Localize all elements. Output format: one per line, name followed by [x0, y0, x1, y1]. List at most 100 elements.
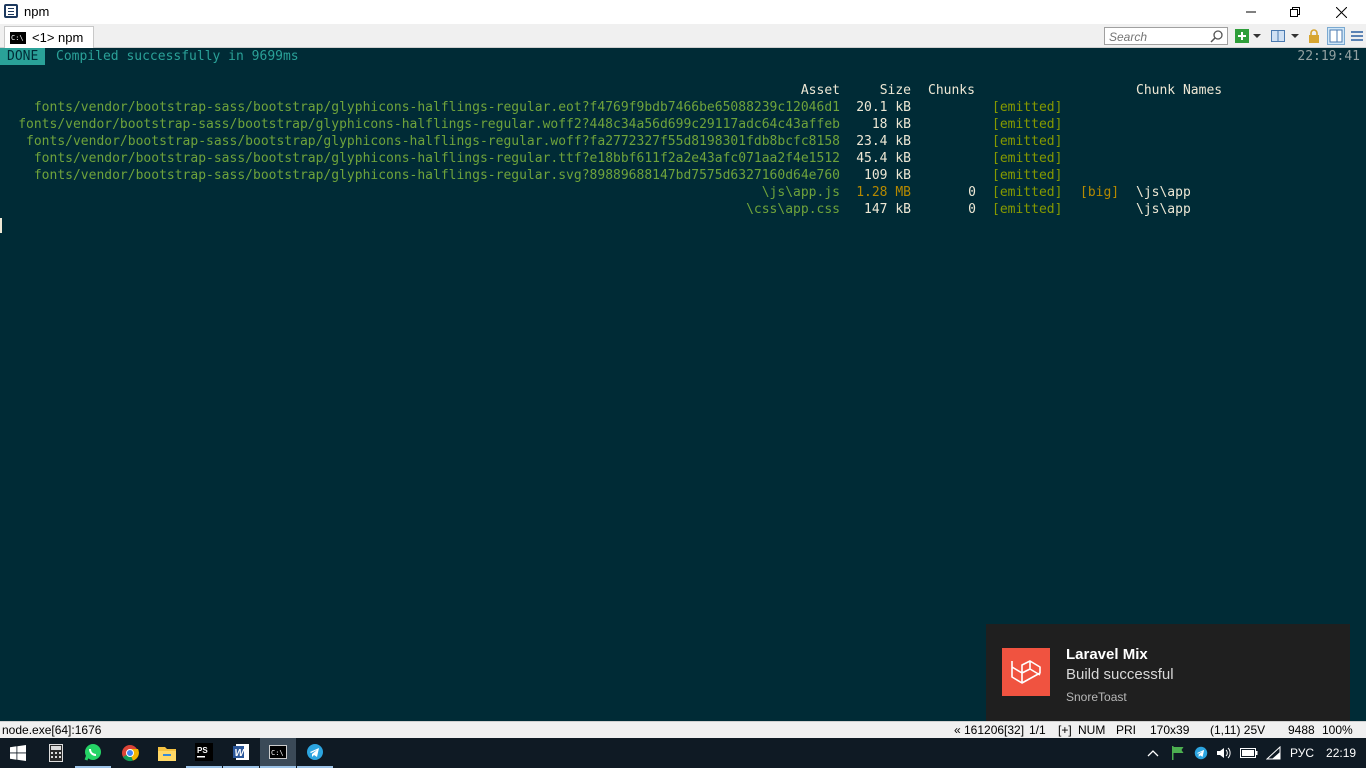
done-badge: DONE — [0, 48, 46, 65]
notification-source: SnoreToast — [1066, 690, 1127, 704]
tab-npm[interactable]: C:\ <1> npm — [4, 26, 94, 48]
terminal-time: 22:19:41 — [1297, 49, 1360, 64]
asset-name: fonts/vendor/bootstrap-sass/bootstrap/gl… — [33, 151, 840, 166]
header-asset: Asset — [800, 83, 840, 98]
terminal-area[interactable]: DONE Compiled successfully in 9699ms 22:… — [0, 48, 1366, 721]
asset-emitted: [emitted] — [992, 100, 1063, 115]
status-page[interactable]: 1/1 — [1029, 723, 1046, 737]
restore-icon — [1290, 7, 1300, 17]
asset-row: fonts/vendor/bootstrap-sass/bootstrap/gl… — [0, 99, 1366, 116]
header-size: Size — [879, 83, 911, 98]
file-explorer-icon — [158, 747, 176, 761]
asset-name: fonts/vendor/bootstrap-sass/bootstrap/gl… — [26, 134, 840, 149]
phpstorm-icon: PS — [195, 743, 213, 761]
taskbar-telegram[interactable] — [297, 738, 333, 768]
start-icon — [10, 745, 26, 761]
taskbar-file-explorer[interactable] — [149, 738, 185, 768]
layout-icon[interactable] — [1327, 27, 1345, 45]
windows-taskbar: PS W C:\ РУС 22:19 — [0, 738, 1366, 768]
conemu-app-icon[interactable] — [4, 4, 18, 18]
asset-size: 45.4 kB — [856, 151, 911, 166]
asset-size: 18 kB — [871, 117, 911, 132]
asset-name: fonts/vendor/bootstrap-sass/bootstrap/gl… — [33, 168, 840, 183]
calculator-icon — [49, 744, 63, 762]
conemu-icon: C:\ — [269, 745, 287, 759]
new-console-dropdown-icon[interactable] — [1252, 28, 1262, 44]
asset-emitted: [emitted] — [992, 134, 1063, 149]
asset-emitted: [emitted] — [992, 168, 1063, 183]
asset-row: \js\app.js 1.28 MB 0 [emitted] [big] \js\app — [0, 184, 1366, 201]
chrome-icon — [122, 745, 139, 762]
status-num[interactable]: NUM — [1078, 723, 1105, 737]
flag-icon[interactable] — [1170, 745, 1186, 761]
asset-row: fonts/vendor/bootstrap-sass/bootstrap/gl… — [0, 167, 1366, 184]
header-chunk-names: Chunk Names — [1136, 83, 1223, 98]
asset-name: fonts/vendor/bootstrap-sass/bootstrap/gl… — [18, 117, 840, 132]
status-zoom[interactable]: 100% — [1322, 723, 1353, 737]
asset-name: \js\app.js — [761, 185, 840, 200]
asset-chunk-names: \js\app — [1136, 202, 1191, 217]
close-button[interactable] — [1318, 0, 1364, 24]
header-chunks: Chunks — [928, 83, 975, 98]
menu-icon[interactable] — [1349, 28, 1365, 44]
wifi-icon[interactable] — [1266, 746, 1282, 760]
panes-dropdown-icon[interactable] — [1290, 28, 1300, 44]
status-cursor[interactable]: (1,11) 25V — [1210, 723, 1265, 737]
asset-name: \css\app.css — [746, 202, 840, 217]
status-bar: node.exe[64]:1676 « 161206[32] 1/1 [+] N… — [0, 721, 1366, 738]
svg-text:W: W — [235, 748, 246, 759]
status-pri[interactable]: PRI — [1116, 723, 1136, 737]
status-pid[interactable]: 9488 — [1288, 723, 1315, 737]
system-tray: РУС 22:19 — [1146, 738, 1356, 768]
svg-text:C:\: C:\ — [271, 749, 284, 757]
panes-icon[interactable] — [1270, 28, 1286, 44]
tray-clock[interactable]: 22:19 — [1326, 746, 1356, 760]
language-indicator[interactable]: РУС — [1290, 746, 1314, 760]
word-icon: W — [233, 744, 249, 760]
asset-emitted: [emitted] — [992, 202, 1063, 217]
taskbar-word[interactable]: W — [223, 738, 259, 768]
taskbar-chrome[interactable] — [112, 738, 148, 768]
whatsapp-icon — [84, 744, 101, 761]
minimize-button[interactable] — [1228, 0, 1274, 24]
start-button[interactable] — [0, 738, 36, 768]
search-input[interactable] — [1105, 29, 1205, 45]
asset-emitted: [emitted] — [992, 151, 1063, 166]
asset-row: fonts/vendor/bootstrap-sass/bootstrap/gl… — [0, 116, 1366, 133]
asset-big-flag: [big] — [1080, 185, 1120, 200]
text-cursor — [0, 218, 2, 233]
close-icon — [1335, 6, 1347, 18]
asset-chunk-names: \js\app — [1136, 185, 1191, 200]
status-size[interactable]: 170x39 — [1150, 723, 1189, 737]
title-bar: npm — [0, 0, 1366, 24]
search-box[interactable] — [1104, 27, 1228, 45]
asset-row: fonts/vendor/bootstrap-sass/bootstrap/gl… — [0, 133, 1366, 150]
asset-emitted: [emitted] — [992, 185, 1063, 200]
minimize-icon — [1246, 11, 1256, 13]
laravel-logo-icon — [1002, 648, 1050, 696]
asset-row: fonts/vendor/bootstrap-sass/bootstrap/gl… — [0, 150, 1366, 167]
battery-icon[interactable] — [1240, 747, 1258, 759]
volume-icon[interactable] — [1216, 746, 1232, 760]
new-console-icon[interactable] — [1234, 28, 1250, 44]
asset-name: fonts/vendor/bootstrap-sass/bootstrap/gl… — [33, 100, 840, 115]
lock-icon[interactable] — [1306, 28, 1322, 44]
restore-button[interactable] — [1272, 0, 1318, 24]
taskbar-whatsapp[interactable] — [75, 738, 111, 768]
asset-emitted: [emitted] — [992, 117, 1063, 132]
asset-size: 23.4 kB — [856, 134, 911, 149]
asset-chunks: 0 — [968, 185, 976, 200]
asset-table-header: Asset Size Chunks Chunk Names — [0, 82, 1366, 99]
notification-title: Laravel Mix — [1066, 646, 1148, 663]
status-process[interactable]: node.exe[64]:1676 — [2, 723, 101, 737]
status-position[interactable]: « 161206[32] — [954, 723, 1024, 737]
taskbar-phpstorm[interactable]: PS — [186, 738, 222, 768]
tray-overflow-chevron-icon[interactable] — [1146, 748, 1160, 758]
telegram-tray-icon[interactable] — [1194, 746, 1208, 760]
taskbar-calculator[interactable] — [38, 738, 74, 768]
tab-toolbar: C:\ <1> npm — [0, 24, 1366, 48]
search-icon[interactable] — [1210, 29, 1224, 43]
status-plus[interactable]: [+] — [1058, 723, 1072, 737]
notification-toast[interactable]: Laravel Mix Build successful SnoreToast — [986, 624, 1350, 721]
taskbar-conemu[interactable]: C:\ — [260, 738, 296, 768]
